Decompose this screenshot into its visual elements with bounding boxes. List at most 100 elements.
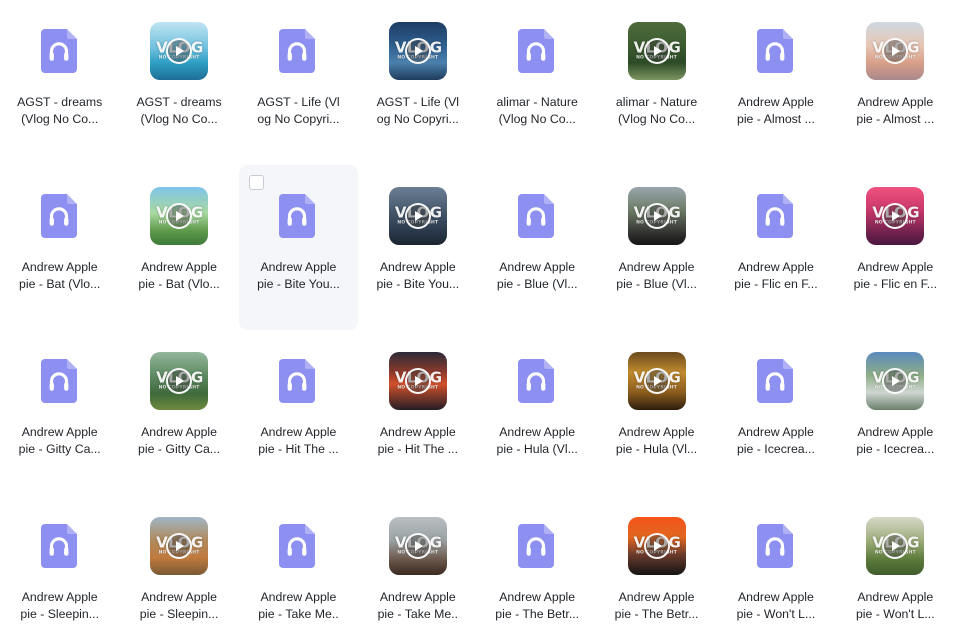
video-file-thumbnail[interactable]: VLOG NO COPYRIGHT [866,352,925,410]
play-icon[interactable] [166,368,193,394]
file-select-checkbox[interactable] [248,175,264,190]
video-file-thumbnail[interactable]: VLOG NO COPYRIGHT [388,187,447,245]
file-item[interactable]: VLOG NO COPYRIGHT Andrew Apple pie - Icecr… [836,330,955,495]
audio-file-thumbnail[interactable] [31,22,89,80]
file-item[interactable]: Andrew Apple pie - Hit The ... [239,330,358,495]
file-item[interactable]: VLOG NO COPYRIGHT Andrew Apple pie - Sleep… [119,495,238,633]
file-name-label: Andrew Apple pie - Sleepin... [139,590,219,621]
video-file-thumbnail[interactable]: VLOG NO COPYRIGHT [627,22,686,80]
play-icon[interactable] [404,38,431,64]
video-file-thumbnail[interactable]: VLOG NO COPYRIGHT [388,352,447,410]
file-item[interactable]: VLOG NO COPYRIGHT Andrew Apple pie - Gitty… [119,330,238,495]
file-item[interactable]: Andrew Apple pie - Bat (Vlo... [0,165,119,330]
file-item[interactable]: VLOG NO COPYRIGHT Andrew Apple pie - The B… [597,495,716,633]
video-file-thumbnail[interactable]: VLOG NO COPYRIGHT [866,517,925,575]
file-item[interactable]: AGST - dreams (Vlog No Co... [0,0,119,165]
file-item[interactable]: Andrew Apple pie - Take Me.. [239,495,358,633]
audio-file-thumbnail[interactable] [508,187,566,245]
video-file-thumbnail[interactable]: VLOG NO COPYRIGHT [866,22,925,80]
video-thumbnail: VLOG NO COPYRIGHT [866,517,925,575]
file-item[interactable]: Andrew Apple pie - Won't L... [716,495,835,633]
audio-file-icon [40,359,77,403]
play-icon[interactable] [404,203,431,229]
video-thumbnail: VLOG NO COPYRIGHT [627,352,686,410]
audio-file-thumbnail[interactable] [269,22,327,80]
file-item[interactable]: VLOG NO COPYRIGHT Andrew Apple pie - Hula … [597,330,716,495]
video-file-thumbnail[interactable]: VLOG NO COPYRIGHT [627,517,686,575]
file-item[interactable]: Andrew Apple pie - Blue (Vl... [478,165,597,330]
play-icon[interactable] [166,533,193,559]
file-item[interactable]: VLOG NO COPYRIGHT Andrew Apple pie - Flic … [836,165,955,330]
audio-file-thumbnail[interactable] [269,187,327,245]
file-item[interactable]: Andrew Apple pie - Sleepin... [0,495,119,633]
audio-file-thumbnail[interactable] [508,352,566,410]
play-icon[interactable] [882,533,909,559]
file-item[interactable]: VLOG NO COPYRIGHT AGST - Life (Vl og No Co… [358,0,477,165]
video-thumbnail: VLOG NO COPYRIGHT [388,352,447,410]
audio-file-thumbnail[interactable] [747,352,805,410]
file-item[interactable]: alimar - Nature (Vlog No Co... [478,0,597,165]
play-icon[interactable] [166,203,193,229]
file-item[interactable]: Andrew Apple pie - Hula (Vl... [478,330,597,495]
file-item[interactable]: Andrew Apple pie - Icecrea... [716,330,835,495]
audio-file-thumbnail[interactable] [747,187,805,245]
audio-file-icon [40,29,77,73]
file-name-label: Andrew Apple pie - Bat (Vlo... [19,260,101,291]
file-name-label: Andrew Apple pie - Bite You... [257,260,340,291]
file-item[interactable]: Andrew Apple pie - The Betr... [478,495,597,633]
play-icon[interactable] [643,533,670,559]
audio-file-thumbnail[interactable] [31,352,89,410]
file-item[interactable]: VLOG NO COPYRIGHT Andrew Apple pie - Blue … [597,165,716,330]
file-item[interactable]: VLOG NO COPYRIGHT Andrew Apple pie - Bat (… [119,165,238,330]
audio-file-thumbnail[interactable] [269,352,327,410]
file-item[interactable]: VLOG NO COPYRIGHT alimar - Nature (Vlog No… [597,0,716,165]
file-name-label: Andrew Apple pie - Gitty Ca... [18,425,101,456]
video-file-thumbnail[interactable]: VLOG NO COPYRIGHT [388,517,447,575]
audio-file-thumbnail[interactable] [747,22,805,80]
file-item[interactable]: Andrew Apple pie - Bite You... [238,165,359,330]
video-file-thumbnail[interactable]: VLOG NO COPYRIGHT [150,517,209,575]
audio-file-icon [518,359,555,403]
play-icon[interactable] [404,368,431,394]
play-icon[interactable] [643,368,670,394]
video-file-thumbnail[interactable]: VLOG NO COPYRIGHT [627,187,686,245]
file-item[interactable]: VLOG NO COPYRIGHT Andrew Apple pie - Bite … [358,165,477,330]
file-name-label: alimar - Nature (Vlog No Co... [496,95,578,126]
file-item[interactable]: VLOG NO COPYRIGHT Andrew Apple pie - Take … [358,495,477,633]
video-file-thumbnail[interactable]: VLOG NO COPYRIGHT [627,352,686,410]
video-file-thumbnail[interactable]: VLOG NO COPYRIGHT [150,187,209,245]
video-file-thumbnail[interactable]: VLOG NO COPYRIGHT [388,22,447,80]
file-item[interactable]: AGST - Life (Vl og No Copyri... [239,0,358,165]
play-icon[interactable] [882,38,909,64]
video-file-thumbnail[interactable]: VLOG NO COPYRIGHT [866,187,925,245]
play-icon[interactable] [882,203,909,229]
file-item[interactable]: VLOG NO COPYRIGHT Andrew Apple pie - Hit T… [358,330,477,495]
audio-file-thumbnail[interactable] [31,517,89,575]
audio-file-thumbnail[interactable] [508,22,566,80]
file-item[interactable]: Andrew Apple pie - Flic en F... [716,165,835,330]
file-item[interactable]: Andrew Apple pie - Gitty Ca... [0,330,119,495]
file-item[interactable]: VLOG NO COPYRIGHT Andrew Apple pie - Almos… [836,0,955,165]
audio-file-icon [40,194,77,238]
video-file-thumbnail[interactable]: VLOG NO COPYRIGHT [150,352,209,410]
audio-file-thumbnail[interactable] [31,187,89,245]
play-icon[interactable] [404,533,431,559]
play-icon[interactable] [643,203,670,229]
file-name-label: Andrew Apple pie - Blue (Vl... [616,260,697,291]
audio-file-thumbnail[interactable] [269,517,327,575]
video-thumbnail: VLOG NO COPYRIGHT [627,22,686,80]
audio-file-thumbnail[interactable] [508,517,566,575]
file-item[interactable]: VLOG NO COPYRIGHT AGST - dreams (Vlog No C… [119,0,238,165]
file-name-label: Andrew Apple pie - Flic en F... [734,260,818,291]
video-file-thumbnail[interactable]: VLOG NO COPYRIGHT [150,22,209,80]
play-icon[interactable] [166,38,193,64]
file-item[interactable]: Andrew Apple pie - Almost ... [716,0,835,165]
file-name-label: Andrew Apple pie - Hula (Vl... [615,425,698,456]
file-item[interactable]: VLOG NO COPYRIGHT Andrew Apple pie - Won't… [836,495,955,633]
audio-file-thumbnail[interactable] [747,517,805,575]
file-name-label: Andrew Apple pie - Won't L... [736,590,816,621]
play-icon[interactable] [643,38,670,64]
file-name-label: Andrew Apple pie - Almost ... [856,95,935,126]
play-icon[interactable] [882,368,909,394]
file-grid[interactable]: AGST - dreams (Vlog No Co... VLOG NO COPYR… [0,0,955,633]
